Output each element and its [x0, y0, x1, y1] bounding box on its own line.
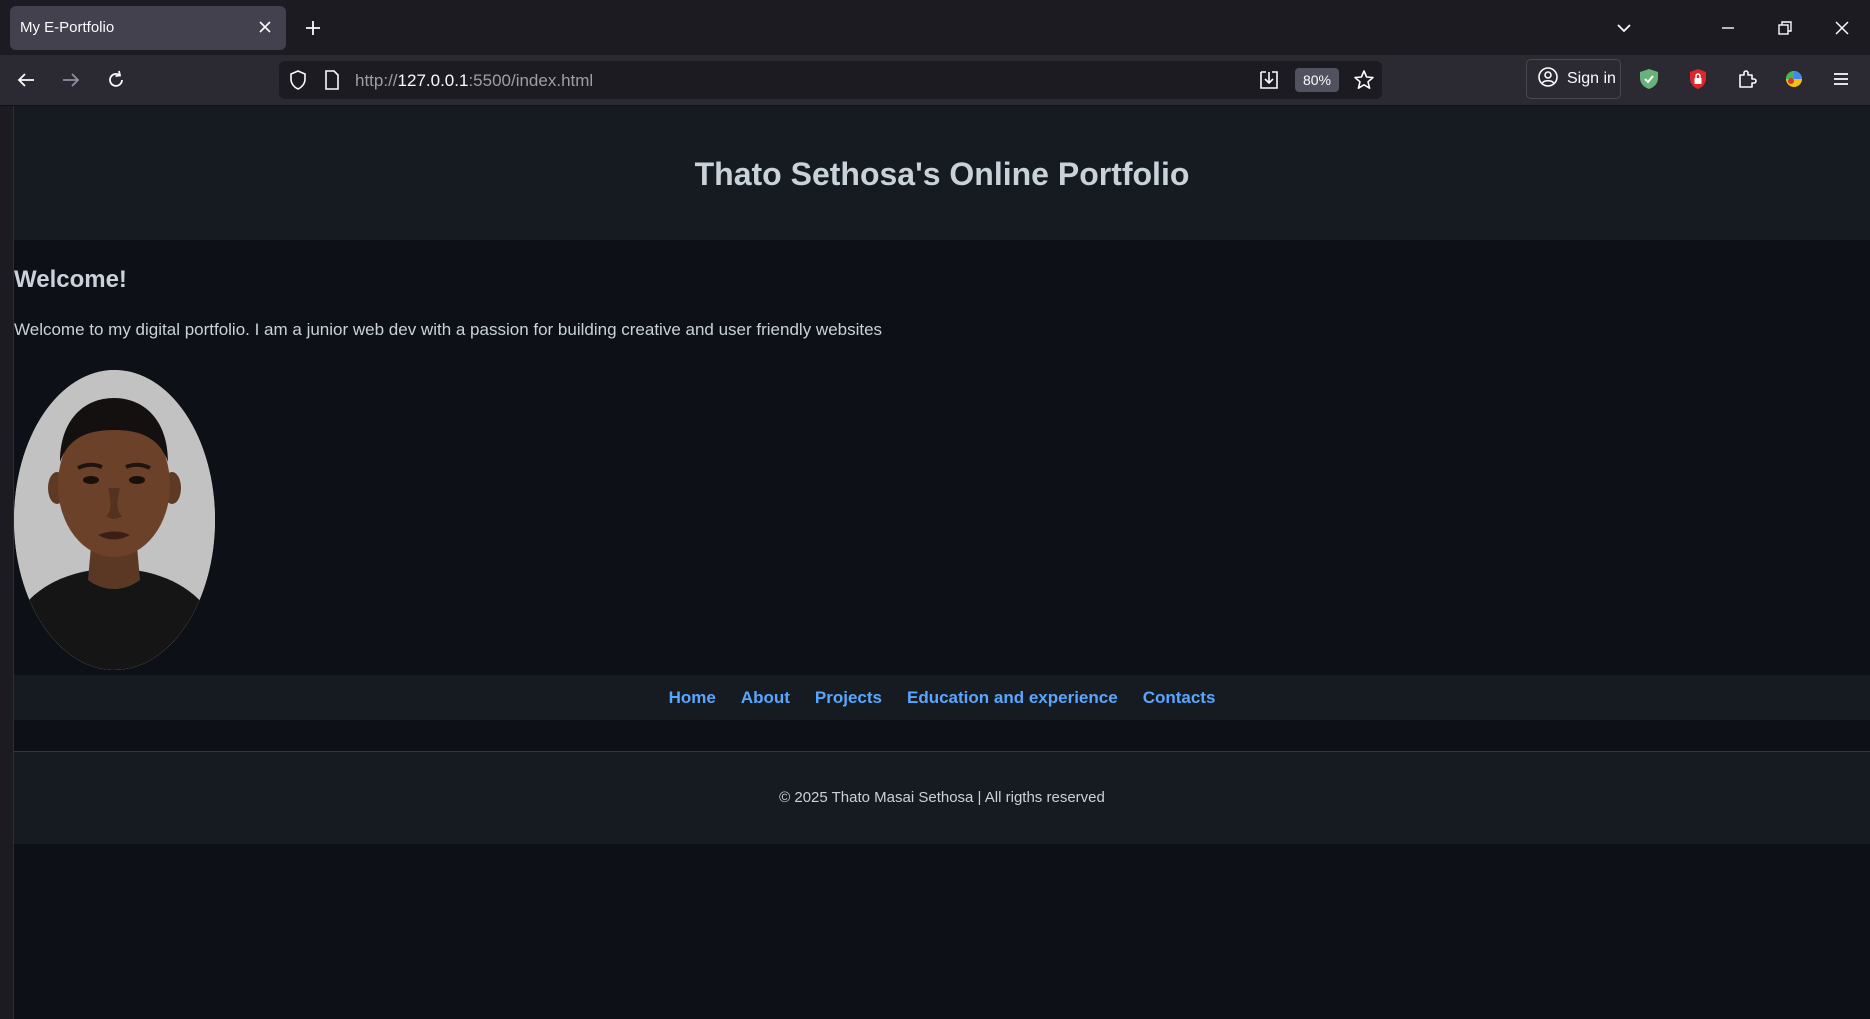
site-nav: Home About Projects Education and experi… [14, 675, 1870, 720]
download-page-icon[interactable] [1257, 68, 1281, 97]
url-bar[interactable]: http://127.0.0.1:5500/index.html 80% [279, 61, 1382, 99]
site-title: Thato Sethosa's Online Portfolio [694, 156, 1190, 192]
tab-bar: My E-Portfolio [0, 0, 1870, 55]
url-path: :5500/index.html [468, 71, 594, 90]
url-scheme: http:// [355, 71, 398, 90]
welcome-text: Welcome to my digital portfolio. I am a … [14, 320, 883, 339]
forward-icon[interactable] [53, 62, 89, 98]
reload-icon[interactable] [98, 62, 134, 98]
page-viewport: Thato Sethosa's Online Portfolio Welcome… [14, 106, 1870, 1019]
site-footer: © 2025 Thato Masai Sethosa | All rigths … [14, 751, 1870, 844]
nav-link-contacts[interactable]: Contacts [1143, 688, 1216, 708]
nav-toolbar: http://127.0.0.1:5500/index.html 80% Sig… [0, 55, 1870, 105]
footer-copyright: © 2025 Thato Masai Sethosa | All rigths … [779, 789, 1105, 806]
back-icon[interactable] [8, 62, 44, 98]
menu-icon[interactable] [1829, 67, 1853, 96]
sign-in-label: Sign in [1567, 70, 1616, 87]
restore-icon[interactable] [1767, 10, 1803, 46]
zoom-badge[interactable]: 80% [1295, 68, 1339, 92]
nav-link-education[interactable]: Education and experience [907, 688, 1118, 708]
shield-icon[interactable] [287, 69, 309, 96]
new-tab-icon[interactable] [295, 10, 331, 46]
sign-in-button[interactable]: Sign in [1526, 59, 1621, 99]
tab-list-icon[interactable] [1606, 10, 1642, 46]
window-close-icon[interactable] [1824, 10, 1860, 46]
url-text[interactable]: http://127.0.0.1:5500/index.html [355, 71, 593, 91]
site-header: Thato Sethosa's Online Portfolio [14, 106, 1870, 240]
nav-link-about[interactable]: About [741, 688, 790, 708]
adguard-icon[interactable] [1637, 67, 1661, 96]
welcome-heading: Welcome! [14, 266, 127, 293]
minimize-icon[interactable] [1710, 10, 1746, 46]
url-host: 127.0.0.1 [397, 71, 469, 90]
lock-extension-icon[interactable] [1686, 67, 1710, 96]
profile-photo [14, 370, 215, 670]
colorful-extension-icon[interactable] [1782, 67, 1806, 96]
star-icon[interactable] [1352, 68, 1376, 97]
nav-link-projects[interactable]: Projects [815, 688, 882, 708]
tab-close-icon[interactable] [254, 16, 276, 38]
sidebar-edge [0, 106, 14, 1019]
page-icon[interactable] [321, 69, 343, 96]
tab-title: My E-Portfolio [20, 19, 115, 36]
nav-link-home[interactable]: Home [669, 688, 716, 708]
extensions-icon[interactable] [1735, 67, 1759, 96]
account-icon [1537, 66, 1559, 93]
browser-tab[interactable]: My E-Portfolio [10, 6, 286, 50]
